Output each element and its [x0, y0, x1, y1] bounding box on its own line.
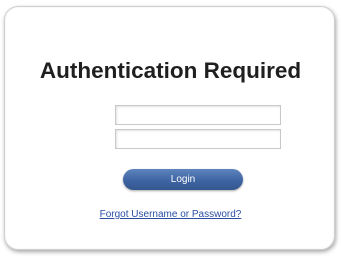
login-button[interactable]: Login: [123, 169, 243, 190]
username-field[interactable]: [115, 105, 281, 125]
dialog-title: Authentication Required: [39, 58, 302, 83]
forgot-credentials-link[interactable]: Forgot Username or Password?: [5, 209, 336, 220]
password-field[interactable]: [115, 129, 281, 149]
authentication-dialog: Authentication Required Login Forgot Use…: [4, 6, 335, 250]
